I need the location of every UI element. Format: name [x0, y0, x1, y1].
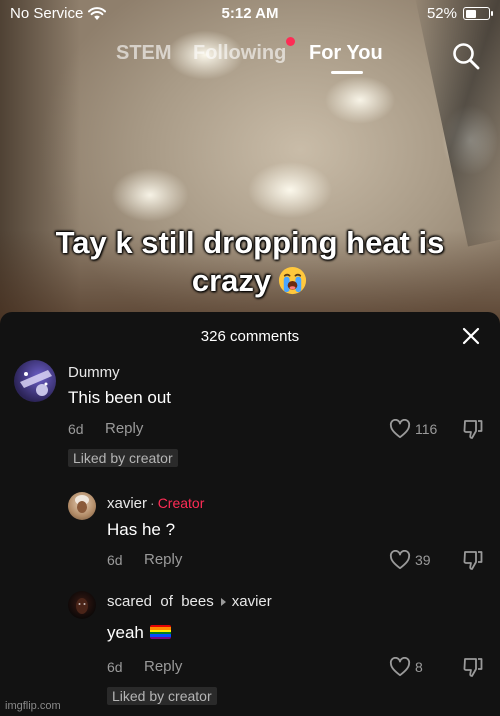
tab-following[interactable]: Following	[193, 42, 286, 65]
like-count: 116	[415, 421, 438, 437]
avatar-image-icon	[75, 495, 89, 513]
reply-arrow-icon	[220, 597, 226, 606]
reply-button[interactable]: Reply	[144, 658, 182, 675]
loudly-crying-face-icon	[279, 266, 307, 295]
avatar[interactable]	[68, 492, 96, 520]
avatar-image-icon	[76, 598, 88, 614]
liked-by-creator-badge: Liked by creator	[107, 687, 217, 705]
clock: 5:12 AM	[221, 5, 279, 22]
active-tab-indicator	[331, 71, 363, 74]
battery-group: 52%	[426, 5, 493, 22]
watermark: imgflip.com	[5, 700, 61, 712]
comment-age: 6d	[68, 421, 84, 437]
heart-icon[interactable]	[389, 419, 411, 439]
comments-sheet: 326 comments Dummy This been out 6d Repl…	[0, 312, 500, 716]
reply-button[interactable]: Reply	[105, 420, 143, 437]
battery-percent: 52%	[426, 5, 457, 22]
battery-fill	[465, 9, 477, 18]
comment-username-row: xavier · Creator	[107, 495, 204, 512]
tab-following-label: Following	[193, 42, 287, 64]
heart-icon[interactable]	[389, 657, 411, 677]
comments-count: 326 comments	[200, 328, 300, 345]
like-count: 39	[415, 552, 431, 568]
video-beam	[413, 0, 500, 247]
caption-line-2-wrap: crazy	[0, 262, 500, 300]
like-count: 8	[415, 659, 423, 675]
tab-for-you[interactable]: For You	[309, 42, 383, 74]
comment-username[interactable]: scared of bees	[107, 593, 214, 610]
comment-text: This been out	[68, 388, 172, 407]
comment-username[interactable]: Dummy	[68, 364, 120, 381]
dislike-icon[interactable]	[462, 656, 484, 678]
comment-username-row: scared of bees xavier	[107, 593, 272, 610]
separator-dot: ·	[150, 495, 155, 511]
comment-text: Has he ?	[107, 520, 176, 539]
battery-icon	[463, 7, 493, 20]
rainbow-flag-icon	[149, 625, 171, 639]
video-caption: Tay k still dropping heat is crazy	[0, 224, 500, 300]
tab-stem[interactable]: STEM	[116, 42, 172, 65]
tab-stem-label: STEM	[116, 42, 172, 64]
reply-to-username[interactable]: xavier	[232, 593, 272, 610]
caption-line-2: crazy	[191, 263, 272, 298]
reply-button[interactable]: Reply	[144, 551, 182, 568]
avatar-image-icon	[20, 370, 52, 396]
dislike-icon[interactable]	[462, 418, 484, 440]
comment-age: 6d	[107, 659, 123, 675]
avatar[interactable]	[14, 360, 56, 402]
tab-for-you-label: For You	[309, 42, 383, 64]
heart-icon[interactable]	[389, 550, 411, 570]
creator-tag: Creator	[157, 495, 205, 511]
liked-by-creator-badge: Liked by creator	[68, 449, 178, 467]
status-bar: No Service 5:12 AM 52%	[0, 0, 500, 26]
close-icon[interactable]	[462, 327, 480, 345]
comment-text-row: yeah	[107, 623, 171, 643]
notification-dot	[286, 37, 295, 46]
top-nav: STEM Following For You	[0, 37, 500, 76]
caption-line-1: Tay k still dropping heat is	[55, 225, 445, 260]
comment-username[interactable]: xavier	[107, 495, 147, 512]
dislike-icon[interactable]	[462, 549, 484, 571]
avatar[interactable]	[68, 591, 96, 619]
comment-age: 6d	[107, 552, 123, 568]
comment-text: yeah	[107, 623, 144, 642]
search-icon[interactable]	[452, 42, 480, 70]
